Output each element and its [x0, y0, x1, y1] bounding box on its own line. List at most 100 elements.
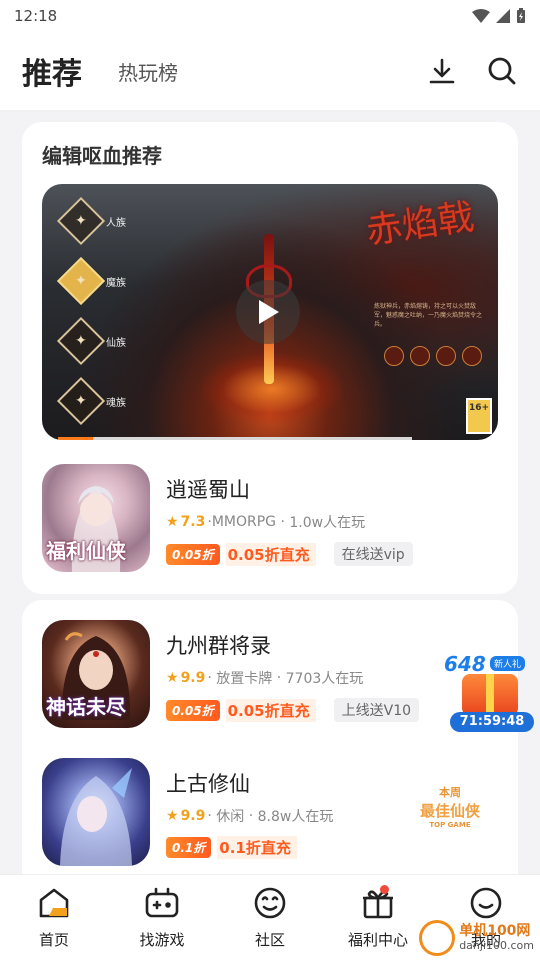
game-icon[interactable]: 福利仙侠	[42, 464, 150, 572]
star-icon: ★	[166, 808, 179, 824]
discount-badge: 0.05折	[166, 543, 220, 565]
nav-welfare-center[interactable]: 福利中心	[324, 875, 432, 960]
site-watermark: 单机100网 danji100.com	[419, 920, 534, 956]
status-icons	[472, 8, 526, 24]
game-list-card: 神话未尽 九州群将录 ★ 9.9 · 放置卡牌 · 7703人在玩 0.05折 …	[22, 600, 518, 900]
game-meta: ★ 9.9 · 休闲 · 8.8w人在玩	[166, 808, 334, 825]
tab-hot-ranking[interactable]: 热玩榜	[118, 57, 178, 86]
discount-text: 0.05折直充	[225, 542, 316, 566]
game-name: 逍遥蜀山	[166, 478, 250, 502]
list-item[interactable]: 上古修仙 ★ 9.9 · 休闲 · 8.8w人在玩 0.1折 0.1折直充	[42, 758, 333, 866]
race-item: ✦ 魔族	[56, 256, 126, 306]
video-progress-bar[interactable]	[58, 437, 412, 440]
banner-art-badges	[384, 346, 482, 366]
featured-game-row[interactable]: 福利仙侠 逍遥蜀山 ★ 7.3 · MMORPG · 1.0w人在玩 0.05折 …	[42, 464, 413, 572]
award-main: 最佳仙侠	[419, 802, 480, 820]
race-emblem-icon: ✦	[56, 196, 106, 246]
nav-label: 社区	[254, 931, 285, 949]
race-label: 人族	[106, 217, 126, 229]
status-time: 12:18	[14, 7, 58, 25]
award-sub: TOP GAME	[429, 821, 471, 829]
race-item: ✦ 仙族	[56, 316, 126, 366]
game-icon-text: 福利仙侠	[46, 539, 126, 563]
game-rating: 9.9	[180, 670, 206, 686]
featured-card: 编辑呕血推荐 ✦ 人族 ✦ 魔族 ✦ 仙族 ✦ 魂族 赤焰戟 炼狱神兵，赤焰熔铸，持之可…	[22, 122, 518, 594]
age-rating-badge: 16+	[466, 398, 492, 434]
race-emblem-icon: ✦	[56, 256, 106, 306]
video-progress-fill	[58, 437, 94, 440]
game-genre: 休闲	[216, 809, 245, 825]
featured-title: 编辑呕血推荐	[42, 144, 162, 168]
nav-label: 找游戏	[139, 931, 185, 949]
site-watermark-line2: danji100.com	[459, 939, 534, 953]
discount-text: 0.05折直充	[225, 698, 316, 722]
award-badge: 本周 最佳仙侠 TOP GAME	[402, 784, 498, 830]
skill-badge-icon	[462, 346, 482, 366]
race-emblem-icon: ✦	[56, 376, 106, 426]
tab-recommend[interactable]: 推荐	[22, 49, 82, 93]
gift-tag: 在线送vip	[333, 542, 413, 566]
game-meta: ★ 7.3 · MMORPG · 1.0w人在玩	[166, 514, 366, 531]
race-label: 仙族	[106, 337, 126, 349]
discount-text: 0.1折直充	[217, 836, 297, 859]
race-item: ✦ 人族	[56, 196, 126, 246]
home-icon	[36, 885, 72, 921]
race-label: 魂族	[106, 397, 126, 409]
award-top: 本周	[439, 786, 461, 799]
skill-badge-icon	[436, 346, 456, 366]
promo-amount: 648	[444, 652, 486, 676]
race-item: ✦ 魂族	[56, 376, 126, 426]
battery-icon	[517, 8, 525, 23]
search-icon[interactable]	[486, 55, 518, 87]
skill-badge-icon	[410, 346, 430, 366]
game-icon-text: 神话未尽	[46, 695, 126, 719]
nav-label: 首页	[38, 931, 69, 949]
game-players: 8.8w人在玩	[257, 809, 334, 825]
game-genre: MMORPG	[211, 514, 277, 530]
play-icon	[259, 300, 279, 324]
smile-icon	[468, 885, 504, 921]
game-rating: 9.9	[180, 808, 206, 824]
race-label: 魔族	[106, 277, 126, 289]
banner-art-desc: 炼狱神兵，赤焰熔铸，持之可以火焚敌军，魅惑魔之吐纳，一乃魔火焰焚烧令之兵。	[374, 303, 483, 328]
list-item[interactable]: 神话未尽 九州群将录 ★ 9.9 · 放置卡牌 · 7703人在玩 0.05折 …	[42, 620, 420, 728]
game-icon[interactable]: 神话未尽	[42, 620, 150, 728]
site-watermark-line1: 单机100网	[459, 922, 531, 939]
skill-badge-icon	[384, 346, 404, 366]
discount-badge: 0.05折	[166, 699, 220, 721]
game-name: 上古修仙	[166, 772, 250, 796]
nav-label: 福利中心	[347, 931, 408, 949]
site-logo-icon	[419, 920, 456, 956]
top-nav: 推荐 热玩榜	[0, 32, 540, 110]
featured-banner-video[interactable]: ✦ 人族 ✦ 魔族 ✦ 仙族 ✦ 魂族 赤焰戟 炼狱神兵，赤焰熔铸，持之可以火焚敌军，魅…	[42, 184, 498, 440]
game-players: 7703人在玩	[285, 671, 364, 687]
nav-find-games[interactable]: 找游戏	[108, 875, 216, 960]
nav-home[interactable]: 首页	[0, 875, 108, 960]
game-meta: ★ 9.9 · 放置卡牌 · 7703人在玩	[166, 670, 364, 687]
gift-ribbon	[486, 674, 494, 716]
gift-icon	[360, 885, 396, 921]
nav-community[interactable]: 社区	[216, 875, 324, 960]
status-bar: 12:18	[0, 0, 540, 32]
notification-dot	[380, 885, 389, 894]
wifi-icon	[472, 9, 490, 23]
floating-promo[interactable]: 648 新人礼 71:59:48	[440, 648, 536, 734]
game-genre: 放置卡牌	[216, 671, 273, 687]
game-icon[interactable]	[42, 758, 150, 866]
discount-badge: 0.1折	[166, 837, 212, 858]
game-name: 九州群将录	[166, 634, 271, 658]
gift-tag: 上线送V10	[333, 698, 420, 722]
star-icon: ★	[166, 514, 179, 530]
play-button[interactable]	[236, 280, 300, 344]
race-list: ✦ 人族 ✦ 魔族 ✦ 仙族 ✦ 魂族	[56, 196, 126, 426]
game-rating: 7.3	[180, 514, 206, 530]
race-emblem-icon: ✦	[56, 316, 106, 366]
promo-label: 新人礼	[490, 656, 526, 671]
gamepad-icon	[144, 885, 180, 921]
planet-icon	[252, 885, 288, 921]
signal-icon	[496, 9, 510, 23]
promo-timer: 71:59:48	[450, 712, 534, 732]
star-icon: ★	[166, 670, 179, 686]
game-players: 1.0w人在玩	[289, 515, 366, 531]
download-icon[interactable]	[426, 55, 458, 87]
